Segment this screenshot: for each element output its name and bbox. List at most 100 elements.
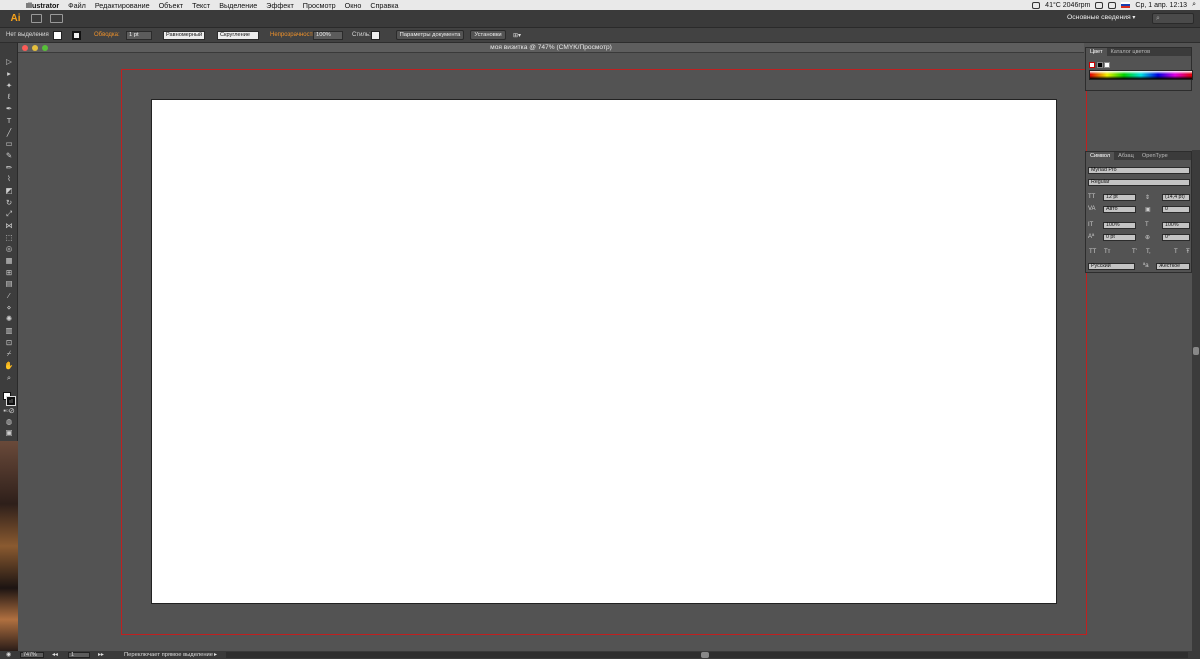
russian-flag-icon[interactable] [1121, 2, 1131, 8]
tracking-field[interactable]: 0 [1162, 206, 1190, 213]
menu-app-name[interactable]: Illustrator [26, 1, 59, 10]
artboard[interactable] [151, 99, 1057, 604]
zoom-window-button[interactable] [42, 45, 48, 51]
rectangle-tool-icon[interactable]: ▭ [3, 139, 15, 149]
status-icon[interactable] [1032, 1, 1041, 9]
rotate-tool-icon[interactable]: ↻ [3, 198, 15, 208]
type-tool-icon[interactable]: T [3, 116, 15, 126]
status-icon[interactable]: ◉ [6, 651, 11, 659]
artboard-tool-icon[interactable]: ⊡ [3, 338, 15, 348]
selection-tool-icon[interactable]: ▷ [3, 57, 15, 67]
menu-window[interactable]: Окно [345, 1, 362, 10]
superscript-button[interactable]: T' [1132, 249, 1137, 255]
pencil-tool-icon[interactable]: ✏ [3, 163, 15, 173]
preferences-button[interactable]: Установки [470, 30, 506, 40]
tab-swatch-library[interactable]: Каталог цветов [1107, 48, 1155, 56]
artboard-nav-prev-icon[interactable]: ◂◂ [52, 651, 58, 659]
font-style-select[interactable]: Regular [1088, 179, 1190, 186]
font-size-field[interactable]: 12 pt [1103, 194, 1136, 201]
opacity-field[interactable]: 100% [313, 31, 343, 40]
opacity-label[interactable]: Непрозрачность: [270, 32, 317, 38]
scale-tool-icon[interactable]: ⤢ [3, 209, 15, 219]
hand-tool-icon[interactable]: ✋ [3, 361, 15, 371]
mesh-tool-icon[interactable]: ⊞ [3, 268, 15, 278]
color-spectrum[interactable] [1089, 70, 1193, 80]
tab-paragraph[interactable]: Абзац [1114, 152, 1138, 160]
kerning-field[interactable]: Авто [1103, 206, 1136, 213]
menu-help[interactable]: Справка [370, 1, 398, 10]
menu-type[interactable]: Текст [192, 1, 210, 10]
line-tool-icon[interactable]: ╱ [3, 128, 15, 138]
leading-field[interactable]: (14,4 pt) [1162, 194, 1190, 201]
brush-select[interactable]: Скругление [217, 31, 259, 40]
tab-character[interactable]: Символ [1086, 152, 1115, 160]
status-menu-icon[interactable]: ▸ [214, 651, 217, 659]
direct-selection-tool-icon[interactable]: ▸ [3, 69, 15, 79]
lasso-tool-icon[interactable]: ℓ [3, 92, 15, 102]
horizontal-scrollbar[interactable] [226, 652, 1188, 658]
document-settings-button[interactable]: Параметры документа [396, 30, 464, 40]
close-window-button[interactable] [22, 45, 28, 51]
bridge-icon[interactable] [31, 14, 42, 23]
clock[interactable]: Ср, 1 апр. 12:13 [1135, 2, 1187, 9]
menu-effect[interactable]: Эффект [266, 1, 294, 10]
menu-file[interactable]: Файл [68, 1, 86, 10]
column-graph-tool-icon[interactable]: ▥ [3, 326, 15, 336]
menu-view[interactable]: Просмотр [303, 1, 336, 10]
antialias-select[interactable]: Жесткое [1156, 263, 1190, 270]
menu-edit[interactable]: Редактирование [95, 1, 150, 10]
blend-tool-icon[interactable]: ⋄ [3, 303, 15, 313]
white-swatch[interactable] [1104, 62, 1110, 68]
color-mode-icons[interactable]: ▪▫⊘ [3, 406, 15, 416]
search-input[interactable]: ⌕ [1152, 13, 1194, 24]
magic-wand-tool-icon[interactable]: ✦ [3, 81, 15, 91]
stroke-label[interactable]: Обводка: [94, 32, 120, 38]
paintbrush-tool-icon[interactable]: ✎ [3, 151, 15, 161]
pen-tool-icon[interactable]: ✒ [3, 104, 15, 114]
subscript-button[interactable]: T, [1146, 249, 1151, 255]
horizontal-scroll-thumb[interactable] [701, 652, 709, 658]
style-swatch[interactable] [371, 31, 380, 40]
slice-tool-icon[interactable]: ⌿ [3, 349, 15, 359]
artboard-nav-next-icon[interactable]: ▸▸ [98, 651, 104, 659]
vertical-scroll-thumb[interactable] [1193, 347, 1199, 355]
stroke-color-box[interactable] [6, 396, 16, 406]
zoom-tool-icon[interactable]: ⌕ [3, 373, 15, 383]
artboard-number-field[interactable]: 1 [68, 652, 90, 658]
spotlight-icon[interactable]: ⌕ [1192, 1, 1196, 9]
variable-width-select[interactable]: Равномерный [163, 31, 205, 40]
vertical-scale-field[interactable]: 100% [1103, 222, 1136, 229]
none-color-icon[interactable] [1089, 62, 1095, 68]
perspective-grid-tool-icon[interactable]: ▦ [3, 256, 15, 266]
stroke-swatch[interactable] [72, 31, 81, 40]
tab-opentype[interactable]: OpenType [1138, 152, 1172, 160]
blob-brush-tool-icon[interactable]: ⌇ [3, 174, 15, 184]
horizontal-scale-field[interactable]: 100% [1162, 222, 1190, 229]
dropbox-icon[interactable] [1095, 1, 1104, 9]
vertical-scrollbar[interactable] [1192, 150, 1200, 651]
language-select[interactable]: Русский [1088, 263, 1135, 270]
stroke-weight-field[interactable]: 1 pt [126, 31, 152, 40]
gradient-tool-icon[interactable]: ▤ [3, 279, 15, 289]
font-family-select[interactable]: Myriad Pro [1088, 167, 1190, 174]
eyedropper-tool-icon[interactable]: ⁄ [3, 291, 15, 301]
underline-button[interactable]: T [1174, 249, 1178, 255]
zoom-level-field[interactable]: 747% [20, 652, 44, 658]
all-caps-button[interactable]: TT [1089, 249, 1096, 255]
baseline-shift-field[interactable]: 0 pt [1103, 234, 1136, 241]
canvas-area[interactable] [18, 53, 1087, 651]
wifi-icon[interactable] [1108, 1, 1117, 9]
black-swatch[interactable] [1097, 62, 1103, 68]
free-transform-tool-icon[interactable]: ⬚ [3, 233, 15, 243]
minimize-window-button[interactable] [32, 45, 38, 51]
width-tool-icon[interactable]: ⋈ [3, 221, 15, 231]
strikethrough-button[interactable]: Ŧ [1186, 249, 1190, 255]
align-options-icon[interactable]: ⊞▾ [513, 32, 521, 39]
arrange-documents-icon[interactable] [50, 14, 63, 23]
shape-builder-tool-icon[interactable]: ◎ [3, 244, 15, 254]
menu-object[interactable]: Объект [159, 1, 183, 10]
drawing-mode-icon[interactable]: ◍ [3, 417, 15, 427]
character-rotation-field[interactable]: 0° [1162, 234, 1190, 241]
eraser-tool-icon[interactable]: ◩ [3, 186, 15, 196]
screen-mode-icon[interactable]: ▣ [3, 428, 15, 438]
